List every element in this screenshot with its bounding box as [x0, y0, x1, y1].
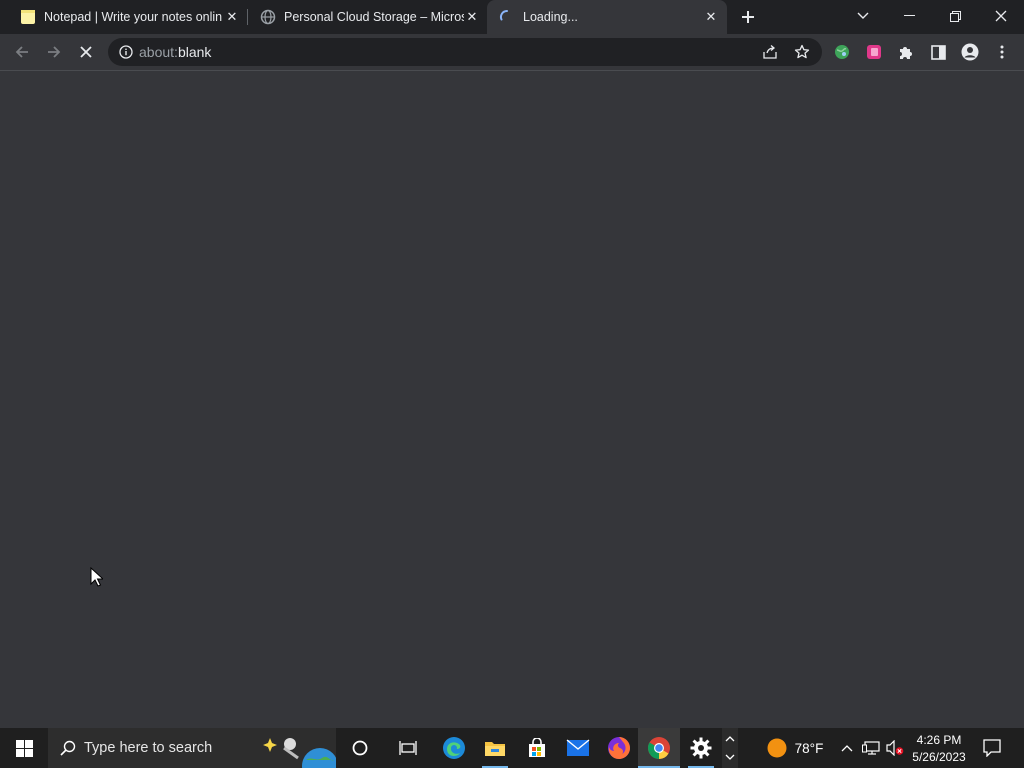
close-tab-icon[interactable]: ✕	[224, 9, 240, 25]
weather-widget[interactable]: 78°F	[760, 728, 830, 768]
close-tab-icon[interactable]: ✕	[464, 9, 480, 25]
taskbar-settings[interactable]	[680, 728, 722, 768]
side-panel-button[interactable]	[924, 38, 952, 66]
tab-title: Notepad | Write your notes onlin	[44, 10, 223, 24]
start-button[interactable]	[0, 728, 48, 768]
search-icon	[60, 740, 76, 756]
extension-app-icon	[867, 45, 881, 59]
show-hidden-icons-button[interactable]	[836, 728, 858, 768]
address-url[interactable]: about:blank	[139, 44, 211, 60]
forward-button[interactable]	[40, 38, 68, 66]
action-center-button[interactable]	[976, 728, 1008, 768]
weather-temperature: 78°F	[794, 740, 824, 756]
url-path: blank	[177, 44, 212, 60]
clock-time: 4:26 PM	[916, 732, 962, 747]
search-placeholder: Type here to search	[84, 740, 213, 756]
profile-button[interactable]	[956, 38, 984, 66]
sun-icon	[767, 738, 787, 758]
cortana-circle-icon	[352, 740, 368, 756]
taskbar-file-explorer[interactable]	[474, 728, 516, 768]
share-icon[interactable]	[762, 44, 778, 60]
task-view-button[interactable]	[388, 728, 428, 768]
cortana-button[interactable]	[340, 728, 380, 768]
side-panel-icon	[930, 44, 946, 60]
network-button[interactable]	[860, 728, 882, 768]
more-vertical-icon	[1000, 45, 1004, 59]
menu-button[interactable]	[988, 38, 1016, 66]
puzzle-icon	[900, 47, 912, 59]
windows-taskbar: Type here to search 78°F 4:26 PM 5/26/20…	[0, 728, 1024, 768]
extension-globe-button[interactable]	[828, 38, 856, 66]
search-highlight-icon	[263, 738, 336, 768]
extension-globe-icon	[835, 45, 849, 59]
taskbar-search-box[interactable]: Type here to search	[48, 728, 336, 768]
tab-title: Personal Cloud Storage – Microso	[284, 10, 464, 24]
folder-icon	[485, 742, 505, 756]
info-icon[interactable]	[119, 45, 133, 59]
notification-icon	[983, 739, 1001, 757]
tab-strip: Notepad | Write your notes onlin ✕ Perso…	[0, 0, 1024, 34]
volume-muted-icon	[886, 740, 904, 756]
restore-icon	[949, 10, 961, 22]
tab-cloud-storage[interactable]: Personal Cloud Storage – Microso ✕	[248, 0, 488, 34]
new-tab-button[interactable]	[736, 5, 760, 29]
minimize-button[interactable]	[886, 0, 932, 32]
firefox-icon	[608, 737, 630, 759]
chrome-icon	[648, 737, 670, 759]
page-content	[0, 71, 1024, 728]
mouse-cursor-icon	[90, 567, 103, 587]
arrow-left-icon	[15, 46, 28, 58]
tab-notepad[interactable]: Notepad | Write your notes onlin ✕	[8, 0, 248, 34]
mail-icon	[566, 739, 590, 756]
bookmark-star-icon[interactable]	[794, 44, 810, 60]
chevron-down-icon	[857, 12, 869, 19]
taskbar-store[interactable]	[516, 728, 558, 768]
url-scheme: about:	[139, 44, 178, 60]
avatar-icon	[961, 43, 979, 61]
tab-title: Loading...	[523, 10, 578, 24]
volume-button[interactable]	[884, 728, 906, 768]
extensions-button[interactable]	[892, 38, 920, 66]
back-button[interactable]	[8, 38, 36, 66]
gear-icon	[690, 737, 712, 759]
clock[interactable]: 4:26 PM 5/26/2023	[906, 728, 972, 768]
taskbar-chrome[interactable]	[638, 728, 680, 768]
tab-search-button[interactable]	[840, 0, 886, 32]
chevron-down-icon	[725, 754, 735, 760]
address-bar[interactable]: about:blank	[108, 38, 822, 66]
arrow-right-icon	[48, 46, 61, 58]
store-icon	[529, 738, 545, 757]
plus-icon	[742, 11, 754, 23]
windows-logo-icon	[15, 739, 33, 757]
close-tab-icon[interactable]: ✕	[703, 9, 719, 25]
notepad-icon	[21, 10, 35, 24]
spinner-icon	[499, 9, 508, 21]
minimize-icon	[903, 15, 915, 16]
tab-loading[interactable]: Loading... ✕	[487, 0, 727, 34]
network-icon	[862, 741, 880, 755]
clock-date: 5/26/2023	[912, 749, 966, 764]
chevron-up-icon	[725, 736, 735, 742]
chevron-up-icon	[841, 745, 853, 752]
close-icon	[995, 10, 1007, 22]
task-view-icon	[399, 741, 417, 755]
edge-icon	[443, 737, 465, 759]
taskbar-edge[interactable]	[434, 728, 474, 768]
restore-button[interactable]	[932, 0, 978, 32]
browser-toolbar: about:blank	[0, 34, 1024, 71]
extension-pink-button[interactable]	[860, 38, 888, 66]
stop-icon	[80, 46, 92, 58]
taskbar-overflow-scroll[interactable]	[722, 728, 738, 768]
taskbar-mail[interactable]	[558, 728, 598, 768]
globe-icon	[260, 9, 276, 25]
taskbar-firefox[interactable]	[598, 728, 640, 768]
close-window-button[interactable]	[978, 0, 1024, 32]
stop-loading-button[interactable]	[72, 38, 100, 66]
